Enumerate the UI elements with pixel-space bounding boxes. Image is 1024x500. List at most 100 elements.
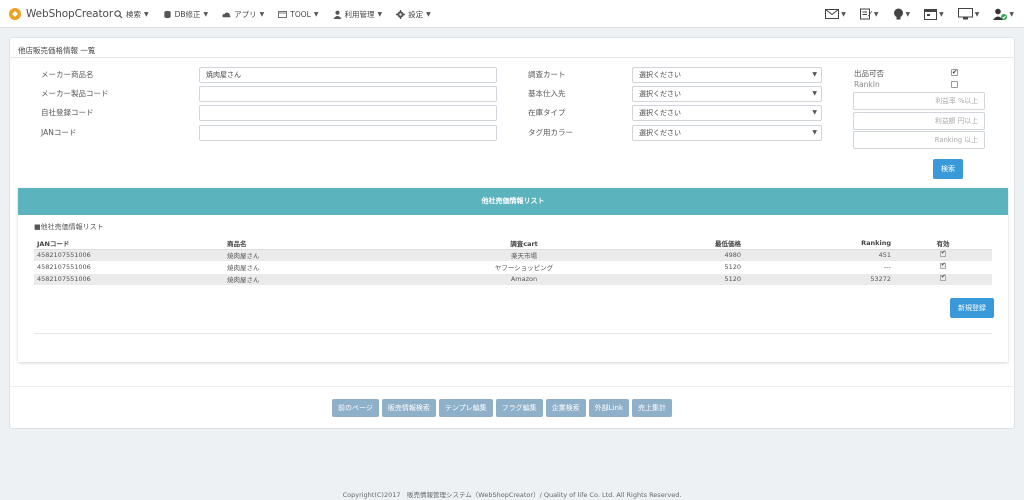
external-link-button[interactable]: 外部Link	[588, 399, 630, 417]
maker-name-label: メーカー商品名	[41, 70, 94, 79]
menu-label: アプリ	[234, 9, 257, 19]
table-row[interactable]: 4582107551006 焼肉屋さん 楽天市場 4980 451	[34, 249, 992, 262]
sales-summary-button[interactable]: 売上集計	[632, 399, 673, 417]
col-min-price: 最低価格	[624, 237, 744, 250]
valid-checkbox[interactable]	[940, 262, 946, 269]
stock-type-label: 在庫タイプ	[528, 108, 566, 117]
search-button[interactable]: 検索	[933, 159, 963, 179]
main-menu: 検索 ▼ DB修正 ▼ アプリ ▼ TOOL ▼ 利用管理 ▼ 設定 ▼	[114, 0, 431, 28]
new-register-button[interactable]: 新規登録	[950, 298, 994, 318]
user-icon	[332, 10, 342, 19]
select-value: 選択ください	[639, 71, 681, 79]
maker-name-input[interactable]: 焼肉屋さん	[199, 67, 497, 83]
menu-db-edit[interactable]: DB修正 ▼	[163, 9, 208, 20]
mail-icon	[825, 9, 840, 19]
cell-price: 5120	[624, 261, 744, 274]
top-navbar: WebShopCreator 検索 ▼ DB修正 ▼ アプリ ▼ TOOL ▼ 利用管理…	[0, 0, 1024, 28]
base-supplier-label: 基本仕入先	[528, 89, 566, 98]
menu-label: DB修正	[174, 9, 201, 19]
prev-page-button[interactable]: 前のページ	[332, 399, 379, 417]
header-tools: ▼ ▼ ▼ ▼ ▼ ▼	[825, 0, 1014, 28]
jan-code-input[interactable]	[199, 125, 497, 141]
monitor-icon	[957, 8, 973, 20]
menu-tool[interactable]: TOOL ▼	[278, 10, 319, 19]
maker-code-label: メーカー製品コード	[41, 89, 109, 98]
edit-button[interactable]: ▼	[859, 8, 879, 20]
cell-ranking: ---	[744, 261, 894, 274]
maker-code-input[interactable]	[199, 86, 497, 102]
calendar-button[interactable]: ▼	[924, 8, 944, 20]
cell-jan: 4582107551006	[34, 249, 224, 262]
cell-ranking: 451	[744, 249, 894, 262]
cell-name: 焼肉屋さん	[224, 261, 424, 274]
idea-button[interactable]: ▼	[893, 8, 910, 20]
profit-rate-input[interactable]: 利益率 %以上	[853, 92, 985, 110]
own-code-input[interactable]	[199, 105, 497, 121]
table-header-row: JANコード 商品名 調査cart 最低価格 Ranking 有効	[34, 237, 992, 250]
menu-search[interactable]: 検索 ▼	[114, 9, 149, 20]
flag-edit-button[interactable]: フラグ編集	[495, 399, 543, 417]
col-valid: 有効	[894, 237, 992, 250]
brand[interactable]: WebShopCreator	[8, 7, 113, 21]
cell-price: 4980	[624, 249, 744, 262]
col-name: 商品名	[224, 237, 424, 250]
chevron-down-icon: ▼	[812, 109, 817, 116]
bulb-icon	[893, 8, 903, 20]
table-row[interactable]: 4582107551006 焼肉屋さん Amazon 5120 53272	[34, 273, 992, 286]
tool-icon	[278, 10, 288, 18]
tag-color-select[interactable]: 選択ください ▼	[632, 125, 822, 141]
col-cart: 調査cart	[424, 237, 624, 250]
menu-label: 設定	[408, 9, 424, 19]
select-value: 選択ください	[639, 109, 681, 117]
template-edit-button[interactable]: テンプレ編集	[438, 399, 493, 417]
divider	[10, 57, 1014, 58]
brand-name: WebShopCreator	[26, 8, 114, 20]
list-subheader: ■他社売価情報リスト	[34, 223, 104, 231]
ranking-input[interactable]: Ranking 以上	[853, 131, 985, 149]
select-value: 選択ください	[639, 90, 681, 98]
valid-checkbox[interactable]	[940, 250, 946, 257]
mail-button[interactable]: ▼	[825, 9, 846, 19]
cloud-icon	[222, 11, 231, 17]
divider	[34, 333, 992, 334]
listing-ok-checkbox[interactable]	[951, 68, 958, 76]
rankin-checkbox[interactable]	[951, 81, 958, 88]
survey-cart-label: 調査カート	[528, 70, 566, 79]
stock-type-select[interactable]: 選択ください ▼	[632, 105, 822, 121]
cell-valid	[894, 273, 992, 286]
calendar-icon	[924, 9, 938, 20]
cell-valid	[894, 249, 992, 262]
cell-cart: ヤフーショッピング	[424, 261, 624, 274]
cell-cart: 楽天市場	[424, 249, 624, 262]
select-value: 選択ください	[639, 129, 681, 137]
base-supplier-select[interactable]: 選択ください ▼	[632, 86, 822, 102]
cell-price: 5120	[624, 273, 744, 286]
menu-usage[interactable]: 利用管理 ▼	[332, 9, 382, 20]
page-title: 他店販売価格情報 一覧	[18, 46, 96, 55]
sales-search-button[interactable]: 販売情報検索	[381, 399, 436, 417]
survey-cart-select[interactable]: 選択ください ▼	[632, 67, 822, 83]
main-panel: 他店販売価格情報 一覧 メーカー商品名 焼肉屋さん メーカー製品コード 自社登録…	[9, 37, 1015, 429]
menu-settings[interactable]: 設定 ▼	[396, 9, 431, 20]
tag-color-label: タグ用カラー	[528, 128, 573, 137]
cell-name: 焼肉屋さん	[224, 249, 424, 262]
account-button[interactable]: ▼	[993, 8, 1014, 20]
table-row[interactable]: 4582107551006 焼肉屋さん ヤフーショッピング 5120 ---	[34, 261, 992, 274]
profit-amount-input[interactable]: 利益額 円以上	[853, 112, 985, 130]
monitor-button[interactable]: ▼	[957, 8, 979, 20]
chevron-down-icon: ▼	[812, 71, 817, 78]
user-check-icon	[993, 8, 1008, 20]
menu-label: 検索	[126, 9, 141, 19]
company-search-button[interactable]: 企業検索	[545, 399, 586, 417]
cell-jan: 4582107551006	[34, 273, 224, 286]
cell-jan: 4582107551006	[34, 261, 224, 274]
cell-name: 焼肉屋さん	[224, 273, 424, 286]
divider	[10, 386, 1014, 387]
search-icon	[114, 9, 123, 19]
cell-valid	[894, 261, 992, 274]
chevron-down-icon: ▼	[812, 90, 817, 97]
valid-checkbox[interactable]	[940, 274, 946, 281]
menu-app[interactable]: アプリ ▼	[222, 9, 264, 20]
rankin-label: RankIn	[854, 80, 880, 89]
jan-code-label: JANコード	[41, 128, 77, 137]
